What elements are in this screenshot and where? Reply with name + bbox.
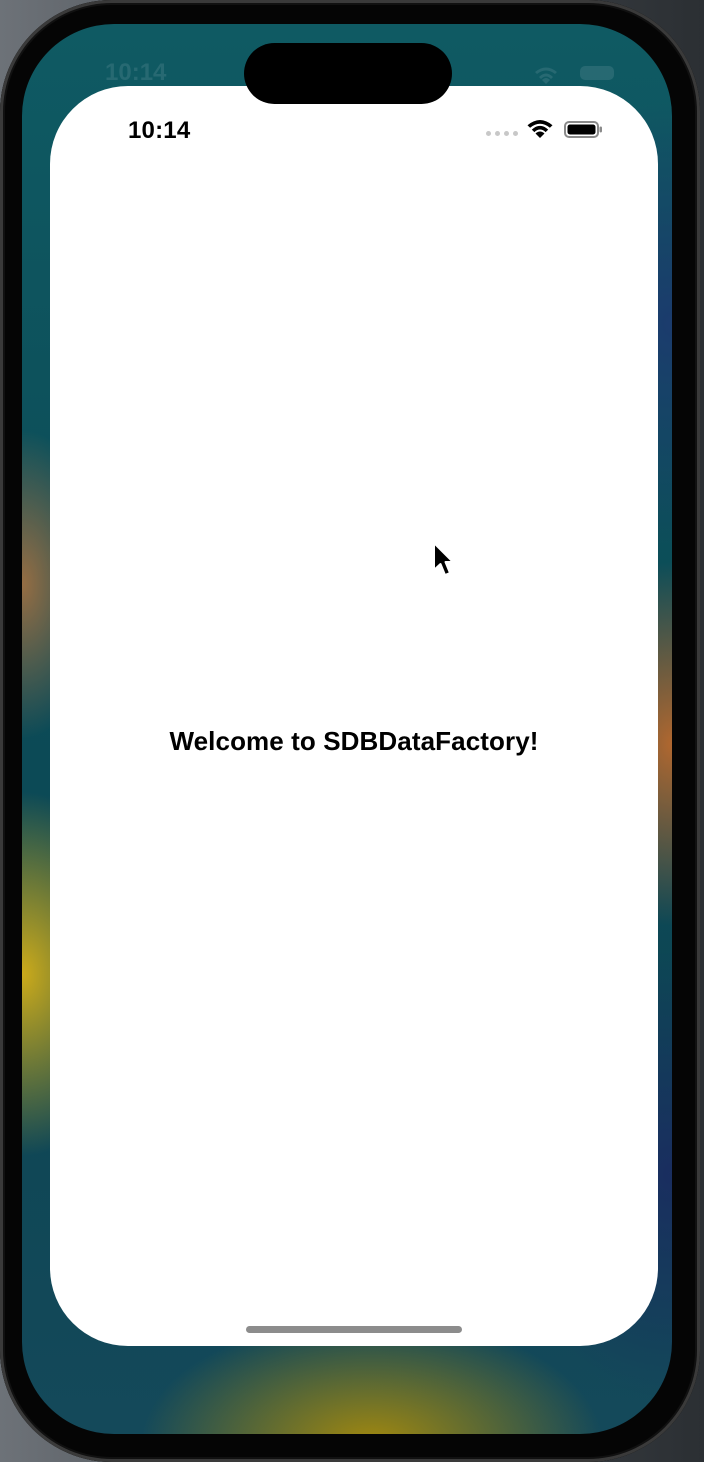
wifi-icon (527, 119, 553, 138)
background-status-time: 10:14 (105, 59, 167, 86)
battery-icon (564, 121, 602, 138)
app-sheet: 10:14 Welcome to SDBDataFactory! (50, 86, 658, 1346)
dynamic-island (244, 43, 452, 104)
home-indicator[interactable] (246, 1326, 462, 1333)
signal-dots-icon (486, 129, 518, 137)
arrow-cursor-icon (433, 542, 454, 576)
stage: 10:14 10:14 Welcome to SDBDataFactory! (0, 0, 704, 1462)
device-frame: 10:14 10:14 Welcome to SDBDataFactory! (0, 0, 700, 1462)
background-battery-icon (580, 66, 614, 80)
status-time: 10:14 (128, 117, 191, 144)
welcome-message: Welcome to SDBDataFactory! (169, 726, 539, 756)
